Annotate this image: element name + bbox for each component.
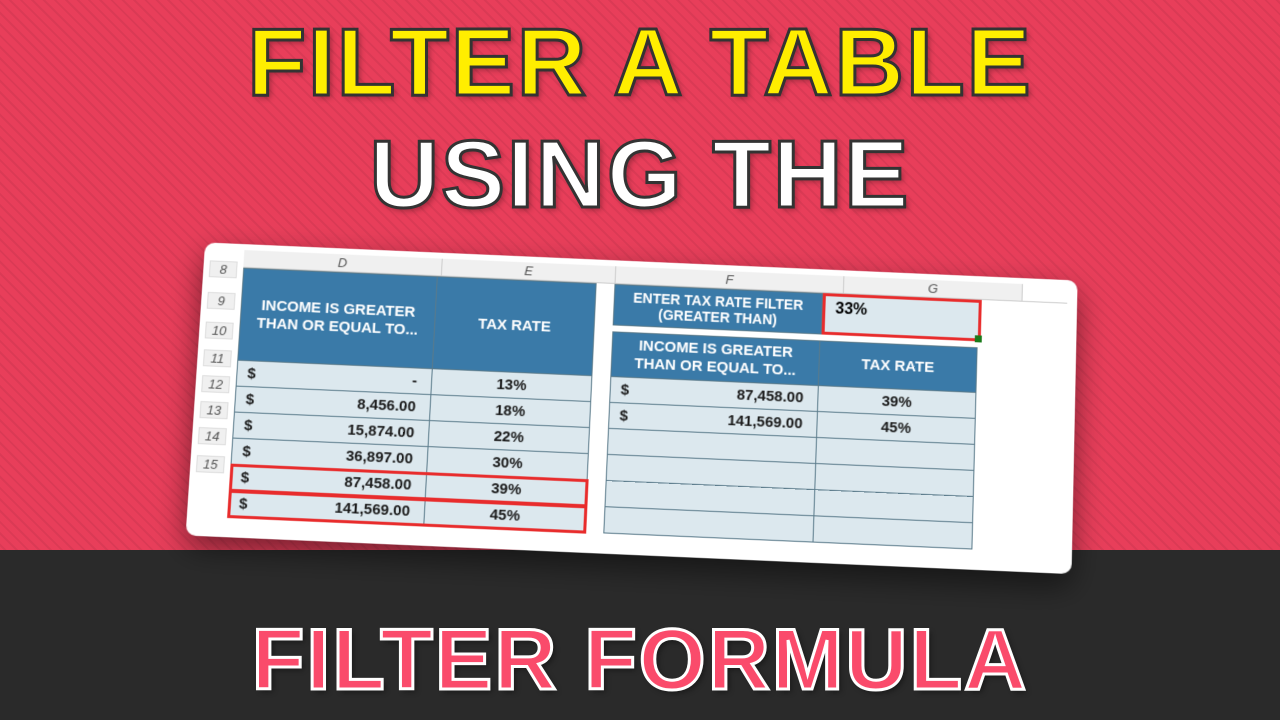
result-table: INCOME IS GREATER THAN OR EQUAL TO... TA… (603, 332, 977, 550)
row-num: 13 (199, 401, 228, 419)
filter-value-cell[interactable]: 33% (822, 293, 982, 342)
title-line-3: FILTER FORMULA (0, 611, 1280, 710)
row-num: 15 (196, 455, 225, 473)
row-num: 14 (198, 427, 227, 445)
spreadsheet-panel: D E F G 8 9 10 11 12 13 14 15 INCOME IS … (189, 241, 1081, 573)
title-line-1: FILTER A TABLE (0, 8, 1280, 118)
row-num: 10 (205, 322, 234, 340)
source-table: INCOME IS GREATER THAN OR EQUAL TO... TA… (227, 268, 597, 533)
right-header-rate: TAX RATE (818, 341, 977, 393)
row-num: 11 (203, 349, 232, 367)
row-num: 8 (209, 260, 238, 278)
left-header-income: INCOME IS GREATER THAN OR EQUAL TO... (238, 268, 438, 369)
row-num: 12 (201, 375, 230, 393)
filter-label: ENTER TAX RATE FILTER (GREATER THAN) (613, 284, 823, 335)
title-line-2: USING THE (0, 120, 1280, 230)
row-num: 9 (207, 292, 236, 310)
left-header-rate: TAX RATE (432, 277, 596, 376)
